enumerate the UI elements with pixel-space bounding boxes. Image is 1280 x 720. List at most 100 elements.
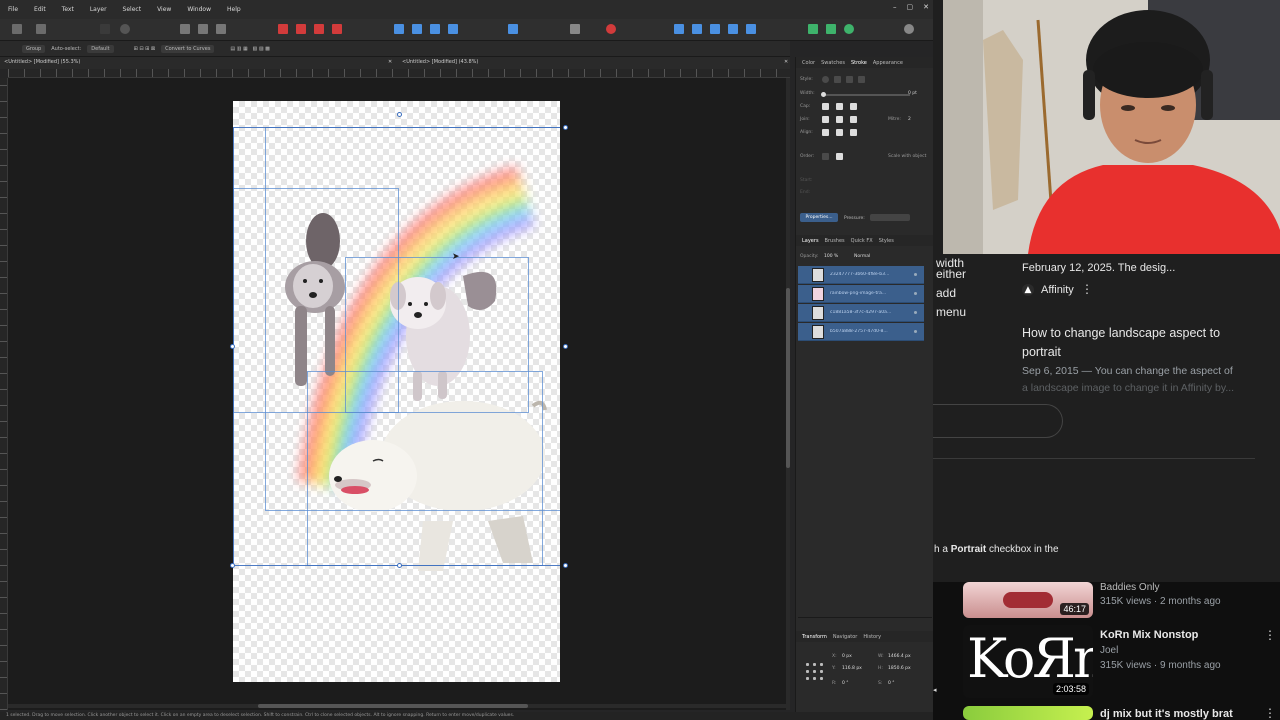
cap-square-icon[interactable]	[850, 103, 857, 110]
align-center-icon[interactable]	[822, 129, 829, 136]
tab-navigator[interactable]: Navigator	[833, 634, 857, 640]
tab-layers[interactable]: Layers	[802, 238, 819, 244]
handle-bottom-center[interactable]	[397, 563, 402, 568]
group-icon[interactable]	[674, 24, 684, 34]
tab-document-2[interactable]: <Untitled> [Modified] (43.8%)	[402, 59, 478, 65]
video-title[interactable]: dj mix but it's mostly brat	[1100, 708, 1233, 720]
snap-grid-icon[interactable]	[198, 24, 208, 34]
menu-file[interactable]: File	[0, 6, 26, 13]
horizontal-scroll-thumb[interactable]	[258, 704, 528, 708]
scale-with-object-checkbox[interactable]: Scale with object	[888, 154, 926, 159]
tool-placeholder-icon[interactable]	[100, 24, 110, 34]
clip-icon[interactable]	[746, 24, 756, 34]
tab-stroke[interactable]: Stroke	[851, 60, 867, 66]
view-mode-icon[interactable]	[808, 24, 818, 34]
join-miter-icon[interactable]	[822, 116, 829, 123]
close-window-button[interactable]: ✕	[923, 3, 929, 11]
layer-visibility-icon[interactable]	[914, 273, 917, 276]
tab-quick-fx[interactable]: Quick FX	[851, 238, 873, 244]
handle-bottom-left[interactable]	[230, 563, 235, 568]
color-picker-icon[interactable]	[606, 24, 616, 34]
r-field[interactable]: 0 °	[842, 681, 849, 686]
order-behind-icon[interactable]	[822, 153, 829, 160]
video-thumbnail[interactable]	[963, 706, 1093, 720]
node-icon[interactable]	[570, 24, 580, 34]
order-front-icon[interactable]	[836, 153, 843, 160]
cap-round-icon[interactable]	[836, 103, 843, 110]
video-thumbnail[interactable]: KoЯn 2:03:58	[963, 625, 1093, 698]
more-options-icon[interactable]: ⋮	[1264, 628, 1276, 642]
menu-view[interactable]: View	[149, 6, 179, 13]
video-title[interactable]: Baddies Only	[1100, 582, 1159, 593]
width-value[interactable]: 0 pt	[908, 91, 917, 96]
handle-middle-right[interactable]	[563, 344, 568, 349]
handle-middle-left[interactable]	[230, 344, 235, 349]
document-canvas[interactable]	[233, 101, 560, 682]
scroll-left-icon[interactable]: ◂	[933, 686, 941, 694]
stroke-none-icon[interactable]	[822, 76, 829, 83]
rotate-left-icon[interactable]	[412, 24, 422, 34]
tab-color[interactable]: Color	[802, 60, 815, 66]
tab-document-1[interactable]: <Untitled> [Modified] (55.3%)	[4, 59, 80, 65]
layer-visibility-icon[interactable]	[914, 311, 917, 314]
align-buttons-icon[interactable]: ▤ ▥ ▦ ▧ ▨ ▩	[230, 46, 269, 52]
menu-edit[interactable]: Edit	[26, 6, 54, 13]
tab-close-2[interactable]: ✕	[784, 59, 788, 65]
minimize-button[interactable]: –	[893, 3, 897, 11]
persona-designer-icon[interactable]	[12, 24, 22, 34]
x-field[interactable]: 0 px	[842, 654, 852, 659]
cap-butt-icon[interactable]	[822, 103, 829, 110]
rotate-right-icon[interactable]	[430, 24, 440, 34]
horizontal-scrollbar[interactable]	[8, 704, 786, 708]
tab-styles[interactable]: Styles	[879, 238, 894, 244]
join-round-icon[interactable]	[836, 116, 843, 123]
more-options-icon[interactable]: ⋮	[1264, 706, 1276, 720]
boolean-subtract-icon[interactable]	[296, 24, 306, 34]
width-slider[interactable]	[822, 94, 910, 96]
retina-view-icon[interactable]	[844, 24, 854, 34]
rotation-handle[interactable]	[397, 112, 402, 117]
h-field[interactable]: 1850.6 px	[888, 666, 911, 671]
menu-select[interactable]: Select	[115, 6, 150, 13]
properties-button[interactable]: Properties...	[800, 213, 838, 222]
settings-icon[interactable]	[120, 24, 130, 34]
tab-swatches[interactable]: Swatches	[821, 60, 845, 66]
arrange-icon[interactable]	[448, 24, 458, 34]
result-title-link[interactable]: How to change landscape aspect to portra…	[1022, 324, 1262, 362]
layer-row[interactable]: rainbow-png-image-tra...	[798, 285, 924, 303]
layer-visibility-icon[interactable]	[914, 330, 917, 333]
handle-bottom-right[interactable]	[563, 563, 568, 568]
tab-brushes[interactable]: Brushes	[825, 238, 845, 244]
stroke-brush-icon[interactable]	[858, 76, 865, 83]
ungroup-icon[interactable]	[692, 24, 702, 34]
menu-layer[interactable]: Layer	[82, 6, 115, 13]
video-channel[interactable]: Joel	[1100, 645, 1118, 656]
align-icon[interactable]	[508, 24, 518, 34]
flip-icon[interactable]	[394, 24, 404, 34]
vertical-scroll-thumb[interactable]	[786, 288, 790, 468]
layer-row[interactable]: 23247777-3b60-4f8e-b3...	[798, 266, 924, 284]
tab-history[interactable]: History	[863, 634, 881, 640]
align-inside-icon[interactable]	[836, 129, 843, 136]
video-thumbnail[interactable]: 46:17	[963, 582, 1093, 618]
opacity-value[interactable]: 100 %	[824, 254, 838, 259]
menu-window[interactable]: Window	[179, 6, 219, 13]
s-field[interactable]: 0 °	[888, 681, 895, 686]
menu-help[interactable]: Help	[219, 6, 249, 13]
group-button[interactable]: Group	[22, 44, 46, 53]
anchor-selector-icon[interactable]	[804, 661, 824, 681]
tab-appearance[interactable]: Appearance	[873, 60, 903, 66]
blend-mode-dropdown[interactable]: Normal	[854, 254, 870, 259]
layer-row[interactable]: b507a888-2757-47d0-8...	[798, 323, 924, 341]
stroke-solid-icon[interactable]	[834, 76, 841, 83]
tab-transform[interactable]: Transform	[802, 634, 827, 640]
result-source[interactable]: Affinity	[1041, 284, 1074, 296]
pixel-view-icon[interactable]	[826, 24, 836, 34]
y-field[interactable]: 116.8 px	[842, 666, 862, 671]
more-options-icon[interactable]: ⋮	[1081, 282, 1093, 296]
boolean-intersect-icon[interactable]	[314, 24, 324, 34]
align-outside-icon[interactable]	[850, 129, 857, 136]
mask-icon[interactable]	[728, 24, 738, 34]
transform-origin-icon[interactable]: ⊞ ⊟ ⊞ ⊠	[134, 46, 156, 52]
vertical-scrollbar[interactable]	[786, 78, 790, 710]
